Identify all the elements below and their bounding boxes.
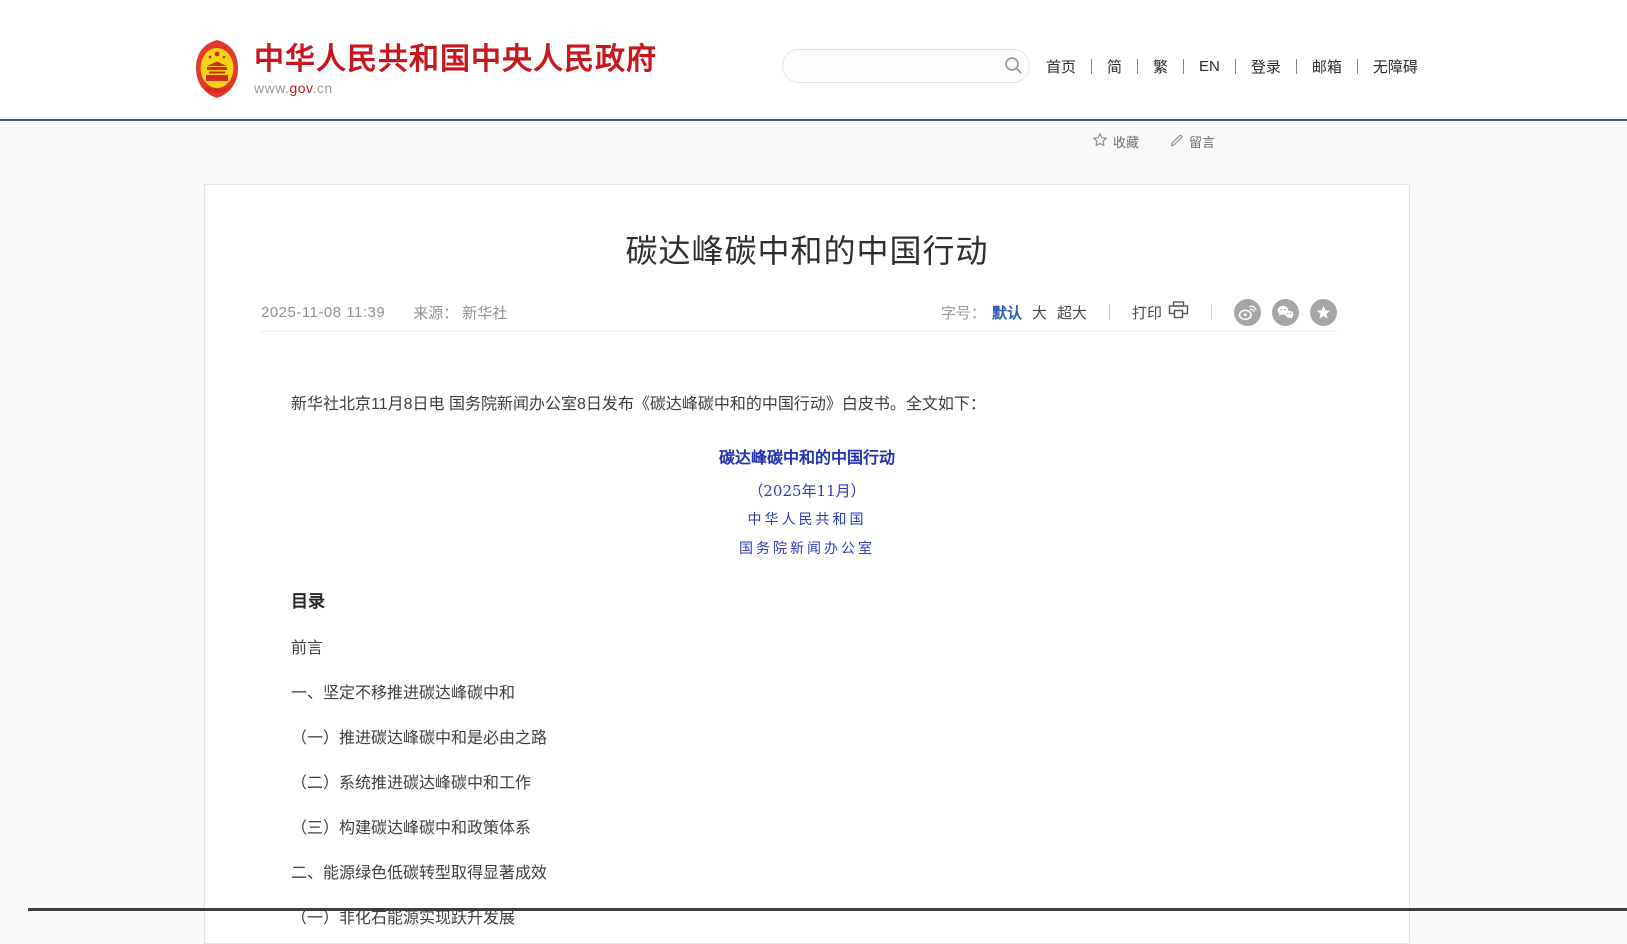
lead-paragraph: 新华社北京11月8日电 国务院新闻办公室8日发布《碳达峰碳中和的中国行动》白皮书… bbox=[291, 395, 1323, 415]
source-name: 新华社 bbox=[462, 305, 507, 322]
site-url: www.gov.cn bbox=[254, 80, 657, 96]
source: 来源： 新华社 bbox=[413, 302, 507, 323]
site-header: 中华人民共和国中央人民政府 www.gov.cn 首页简繁EN登录邮箱无障碍 bbox=[0, 0, 1627, 120]
article-body: 新华社北京11月8日电 国务院新闻办公室8日发布《碳达峰碳中和的中国行动》白皮书… bbox=[291, 332, 1323, 928]
toc-item: （三）构建碳达峰碳中和政策体系 bbox=[291, 820, 1323, 838]
doc-issuer-line1: 中华人民共和国 bbox=[291, 510, 1323, 530]
article-meta-row: 2025-11-08 11:39 来源： 新华社 字号： 默认 大 超大 打印 bbox=[261, 293, 1337, 332]
publish-date: 2025-11-08 11:39 bbox=[261, 304, 385, 321]
pencil-icon bbox=[1169, 133, 1184, 151]
nav-link[interactable]: 无障碍 bbox=[1342, 56, 1418, 77]
nav-link[interactable]: 登录 bbox=[1220, 56, 1281, 77]
viewport-bottom-line bbox=[28, 908, 1627, 911]
favorite-label: 收藏 bbox=[1113, 132, 1139, 151]
article-title: 碳达峰碳中和的中国行动 bbox=[225, 229, 1389, 273]
font-size-large-button[interactable]: 大 bbox=[1032, 302, 1047, 323]
toc-item: （二）系统推进碳达峰碳中和工作 bbox=[291, 775, 1323, 793]
article-panel: 碳达峰碳中和的中国行动 2025-11-08 11:39 来源： 新华社 字号：… bbox=[204, 184, 1410, 944]
toc-item: 一、坚定不移推进碳达峰碳中和 bbox=[291, 685, 1323, 703]
star-outline-icon bbox=[1092, 132, 1108, 151]
quick-actions: 收藏 留言 bbox=[1092, 132, 1215, 151]
divider bbox=[1211, 304, 1212, 320]
search-box bbox=[782, 49, 1030, 83]
message-link[interactable]: 留言 bbox=[1169, 132, 1215, 151]
nav-link[interactable]: 繁 bbox=[1122, 56, 1168, 77]
print-button[interactable]: 打印 bbox=[1132, 301, 1189, 323]
toc-item: （一）推进碳达峰碳中和是必由之路 bbox=[291, 730, 1323, 748]
site-logo[interactable]: 中华人民共和国中央人民政府 www.gov.cn bbox=[192, 38, 657, 100]
search-icon bbox=[1003, 55, 1023, 78]
top-nav: 首页简繁EN登录邮箱无障碍 bbox=[1046, 49, 1418, 83]
nav-link[interactable]: 首页 bbox=[1046, 56, 1076, 77]
font-size-default-button[interactable]: 默认 bbox=[992, 302, 1022, 323]
doc-issuer-line2: 国务院新闻办公室 bbox=[291, 539, 1323, 559]
national-emblem-icon bbox=[192, 38, 242, 100]
article-meta-left: 2025-11-08 11:39 来源： 新华社 bbox=[261, 302, 507, 323]
nav-link[interactable]: 邮箱 bbox=[1281, 56, 1342, 77]
printer-icon bbox=[1168, 301, 1189, 323]
nav-link[interactable]: EN bbox=[1168, 58, 1220, 75]
doc-title: 碳达峰碳中和的中国行动 bbox=[291, 447, 1323, 471]
favorite-link[interactable]: 收藏 bbox=[1092, 132, 1139, 151]
wechat-icon[interactable] bbox=[1272, 299, 1299, 326]
message-label: 留言 bbox=[1189, 132, 1215, 151]
print-label: 打印 bbox=[1132, 302, 1162, 323]
toc-heading: 目录 bbox=[291, 591, 1323, 613]
font-size-label: 字号： bbox=[941, 302, 986, 323]
divider bbox=[1109, 304, 1110, 320]
doc-date: （2025年11月） bbox=[291, 481, 1323, 501]
article-meta-right: 字号： 默认 大 超大 打印 bbox=[941, 299, 1337, 326]
nav-link[interactable]: 简 bbox=[1076, 56, 1122, 77]
toc-item: （一）非化石能源实现跃升发展 bbox=[291, 910, 1323, 928]
toc-list: 前言一、坚定不移推进碳达峰碳中和 （一）推进碳达峰碳中和是必由之路 （二）系统推进碳… bbox=[291, 640, 1323, 928]
weibo-icon[interactable] bbox=[1234, 299, 1261, 326]
header-divider-line bbox=[0, 119, 1627, 121]
font-size-xlarge-button[interactable]: 超大 bbox=[1057, 302, 1087, 323]
star-share-icon[interactable] bbox=[1310, 299, 1337, 326]
toc-item: 前言 bbox=[291, 640, 1323, 658]
toc-item: 二、能源绿色低碳转型取得显著成效 bbox=[291, 865, 1323, 883]
site-title: 中华人民共和国中央人民政府 bbox=[254, 43, 657, 77]
share-group bbox=[1234, 299, 1337, 326]
search-button[interactable] bbox=[997, 52, 1029, 80]
search-input[interactable] bbox=[799, 51, 997, 81]
